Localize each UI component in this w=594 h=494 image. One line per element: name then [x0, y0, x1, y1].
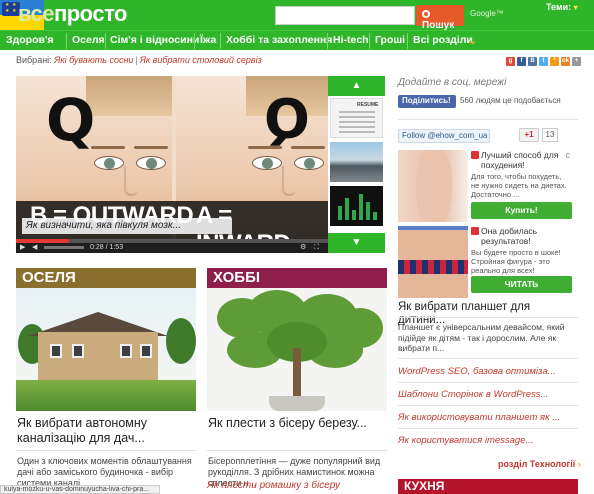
search-button[interactable]: Пошук: [416, 5, 464, 31]
article-title[interactable]: Як плести з бісеру березу...: [208, 416, 386, 431]
google-plus-button[interactable]: +1: [519, 128, 539, 142]
video-thumbnail-strip: ▲ RESUME ▼: [328, 76, 385, 253]
search-icon: [422, 10, 430, 18]
ad-text: Вы будете просто в шоке! Стройная фигура…: [471, 248, 561, 275]
chevron-down-icon: ▾: [573, 3, 578, 12]
ad-cta-button[interactable]: Купить!: [471, 202, 572, 219]
nav-item-family[interactable]: Сім'я і відносини: [110, 34, 199, 46]
site-logo[interactable]: ★ ★ ★ ★ всепросто: [0, 0, 150, 30]
status-bar-url: kulya-mozku-u-vas-dominuyucha-liva-chi-p…: [0, 485, 160, 494]
ad-cta-button[interactable]: ЧИТАТЬ: [471, 276, 572, 293]
social-share-icon[interactable]: В: [528, 57, 537, 66]
ad-image[interactable]: [398, 150, 468, 222]
close-icon[interactable]: c: [566, 150, 571, 160]
play-icon[interactable]: ▶: [20, 243, 25, 253]
ad-icon: [471, 151, 479, 159]
video-caption[interactable]: Як визначити, яка півкуля мозк...: [22, 218, 232, 234]
themes-dropdown[interactable]: Теми: ▾: [546, 2, 578, 12]
social-share-icon[interactable]: +: [572, 57, 581, 66]
fullscreen-icon[interactable]: ⛶: [314, 243, 319, 253]
google-label: Google™: [470, 9, 504, 18]
ad-block[interactable]: Лучший способ для похудения! Для того, ч…: [398, 150, 574, 226]
ad-headline[interactable]: Лучший способ для похудения!: [481, 150, 567, 170]
nav-item-all-sections[interactable]: Всі розділи: [413, 34, 473, 46]
nav-item-hitech[interactable]: Hi-tech: [333, 34, 369, 46]
ad-headline[interactable]: Она добилась результатов!: [481, 226, 567, 246]
ad-text: Для того, чтобы похудеть, не нужно сидет…: [471, 172, 567, 199]
article-description: Планшет є універсальним девайсом, який п…: [398, 322, 565, 353]
section-banner-kitchen[interactable]: КУХНЯ: [398, 479, 578, 494]
google-plus-count: 13: [542, 128, 558, 142]
video-controls: ▶ ◀ 0:28 / 1:53 ⚙ ⛶: [16, 243, 328, 253]
bead-tree-image[interactable]: [207, 288, 387, 411]
video-time: 0:28 / 1:53: [90, 244, 124, 251]
related-link[interactable]: WordPress SEO, базова оптимізa...: [398, 366, 556, 377]
house-image[interactable]: [16, 288, 196, 411]
article-link[interactable]: Як плести ромашку з бісеру: [207, 480, 340, 491]
twitter-follow-button[interactable]: Follow @ehow_com_ua: [398, 129, 490, 143]
main-nav: Здоров'я Оселя Сім'я і відносини Їжа Хоб…: [0, 30, 594, 50]
favorite-link[interactable]: Які бувають сосни: [54, 55, 133, 65]
settings-icon[interactable]: ⚙: [300, 243, 306, 253]
chevron-right-icon: ›: [577, 459, 581, 469]
related-link[interactable]: Шаблони Сторінок в WordPress...: [398, 389, 548, 400]
category-banner[interactable]: ОСЕЛЯ: [16, 268, 196, 288]
facebook-like-count: 560 людям це подобається: [460, 96, 561, 105]
social-share-icon[interactable]: t: [539, 57, 548, 66]
article-title[interactable]: Як вибрати автономну каналізацію для дач…: [17, 416, 195, 446]
category-banner[interactable]: ХОББІ: [207, 268, 387, 288]
facebook-share-button[interactable]: Поділитись!: [398, 95, 456, 108]
chevron-up-icon[interactable]: ▲: [328, 76, 385, 96]
featured-video[interactable]: Q Q B = OUTWARD A = INWARD Як визначити,…: [16, 76, 328, 253]
ad-block[interactable]: Она добилась результатов! Вы будете прос…: [398, 226, 574, 298]
chevron-down-icon[interactable]: ▼: [328, 233, 385, 253]
nav-item-hobby[interactable]: Хоббі та захоплення: [226, 34, 332, 46]
social-share-icon[interactable]: *: [550, 57, 559, 66]
volume-icon[interactable]: ◀: [32, 243, 37, 253]
social-share-icon[interactable]: ok: [561, 57, 570, 66]
favorites-breadcrumb: Вибрані: Які бувають сосни | Як вибрати ст…: [16, 55, 262, 65]
social-heading: Додайте в соц. мережі: [398, 77, 507, 88]
nav-item-home[interactable]: Оселя: [72, 34, 105, 46]
thumbnail-chart[interactable]: [330, 186, 383, 226]
chevron-down-icon[interactable]: ⌄: [468, 34, 477, 47]
header-bar: ★ ★ ★ ★ всепросто Пошук Google™ Теми: ▾: [0, 0, 594, 31]
related-link[interactable]: Як використовувати планшет як ...: [398, 412, 560, 423]
nav-item-health[interactable]: Здоров'я: [6, 34, 54, 46]
thumbnail-road[interactable]: [330, 142, 383, 182]
social-share-icon[interactable]: f: [517, 57, 526, 66]
volume-slider[interactable]: [44, 246, 84, 249]
social-share-icon[interactable]: g: [506, 57, 515, 66]
thumbnail-resume[interactable]: RESUME: [330, 98, 383, 138]
ad-icon: [471, 227, 479, 235]
letter-q-right: Q: [264, 88, 310, 151]
ad-image[interactable]: [398, 226, 468, 298]
nav-item-money[interactable]: Гроші: [375, 34, 405, 46]
search-input[interactable]: [275, 6, 415, 25]
section-more-link[interactable]: розділ Технології ›: [498, 459, 581, 469]
related-link[interactable]: Як користуватися imessage...: [398, 435, 533, 446]
letter-q-left: Q: [46, 86, 96, 154]
nav-item-food[interactable]: Їжа: [200, 34, 216, 46]
favorite-link[interactable]: Як вибрати столовий сервіз: [140, 55, 262, 65]
